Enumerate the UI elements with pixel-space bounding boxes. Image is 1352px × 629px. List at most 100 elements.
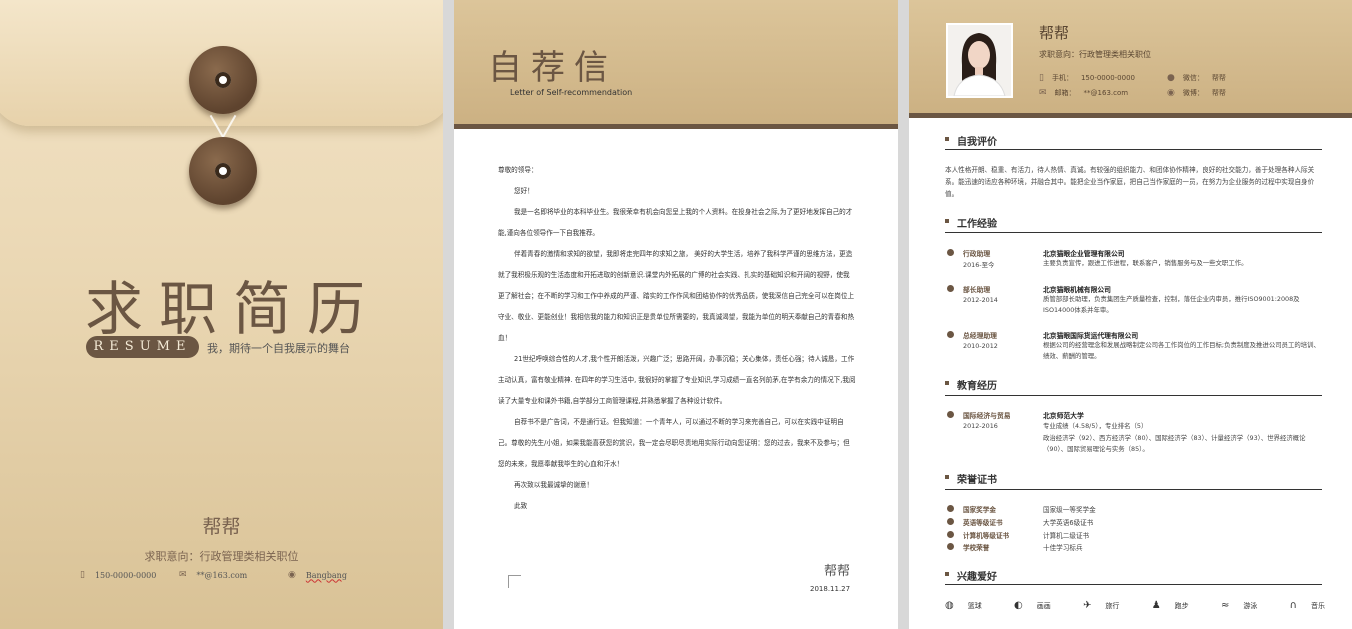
section-marker: [945, 219, 949, 223]
letter-body: 尊敬的领导： 您好！ 我是一名即将毕业的本科毕业生。我很荣幸有机会向您呈上我的个…: [498, 160, 856, 517]
edu-gpa: 专业成绩（4.58/5），专业排名（5）: [1043, 422, 1148, 430]
resume-page: 帮帮 求职意向：行政管理类相关职位 ▯ 手机： 150-0000-0000 ✉ …: [909, 0, 1352, 629]
letter-paragraph: 伴着青春的激情和求知的欲望，我即将走完四年的求知之旅， 美好的大学生活，培养了我…: [498, 250, 855, 342]
cover-phone: ▯ 150-0000-0000: [80, 570, 156, 580]
section-divider: [945, 489, 1322, 490]
edu-school: 北京师范大学: [1043, 412, 1084, 420]
swim-icon: ≈: [1220, 600, 1230, 611]
work-role: 部长助理: [963, 286, 991, 294]
hobby-item: ∩ 音乐: [1289, 600, 1325, 611]
wechat-icon: ●: [1167, 73, 1175, 83]
letter-hello: 您好！: [514, 187, 534, 195]
timeline-dot: [947, 285, 954, 292]
list-bullet: [947, 518, 954, 525]
work-org: 北京猫眼机械有限公司: [1043, 286, 1111, 294]
section-title-hobbies: 兴趣爱好: [957, 572, 997, 583]
work-desc: 根据公司的经营理念和发展战略制定公司各工作岗位的工作目标;负责制度及推进公司员工…: [1043, 341, 1320, 360]
phone-icon: ▯: [1039, 73, 1044, 83]
section-marker: [945, 572, 949, 576]
phone-text: 150-0000-0000: [94, 570, 157, 580]
email-text: **@163.com: [196, 570, 248, 580]
headphones-icon: ∩: [1289, 600, 1297, 611]
hobby-item: ♟ 跑步: [1151, 600, 1189, 611]
section-divider: [945, 395, 1322, 396]
plane-icon: ✈: [1083, 600, 1092, 611]
honor-name: 国家奖学金: [963, 506, 996, 514]
cover-title: 求职简历: [85, 275, 382, 343]
work-role: 行政助理: [963, 250, 991, 258]
cover-intent: 求职意向：行政管理类相关职位: [144, 550, 299, 563]
phone-row: ▯ 手机： 150-0000-0000: [1039, 73, 1135, 83]
section-divider: [945, 149, 1322, 150]
letter-greeting: 尊敬的领导：: [498, 166, 538, 174]
list-bullet: [947, 543, 954, 550]
work-role: 总经理助理: [963, 332, 997, 340]
work-date: 2010-2012: [963, 342, 998, 350]
honor-value: 计算机二级证书: [1043, 532, 1090, 540]
self-eval-text: 本人性格开朗、稳重、有活力，待人热情、真诚。有较强的组织能力、和团体协作精神，良…: [945, 166, 1315, 198]
list-bullet: [947, 505, 954, 512]
cover-name: 帮帮: [202, 516, 241, 538]
honor-name: 计算机等级证书: [963, 532, 1010, 540]
header-divider: [454, 124, 898, 129]
honor-name: 学校荣誉: [963, 544, 990, 552]
weibo-icon: ◉: [1167, 88, 1175, 98]
letter-paragraph: 再次致以我最诚挚的谢意！: [514, 481, 594, 489]
ball-icon: ◍: [945, 600, 954, 611]
section-marker: [945, 137, 949, 141]
edu-date: 2012-2016: [963, 422, 998, 430]
section-title-education: 教育经历: [957, 381, 997, 392]
work-org: 北京猫眼国际货运代理有限公司: [1043, 332, 1139, 340]
resume-intent: 求职意向：行政管理类相关职位: [1039, 50, 1151, 59]
letter-paragraph: 我是一名即将毕业的本科毕业生。我很荣幸有机会向您呈上我的个人资料。在投身社会之际…: [498, 208, 853, 237]
work-desc: 主要负责宣传，跟进工作进程，联系客户，销售服务与及一些文职工作。: [1043, 259, 1248, 267]
work-date: 2016-至今: [963, 261, 995, 269]
margin-corner-mark: [508, 575, 521, 588]
palette-icon: ◐: [1014, 600, 1023, 611]
envelope-button-bottom: [189, 137, 257, 205]
resume-name: 帮帮: [1039, 24, 1070, 42]
hobby-item: ◐ 画画: [1014, 600, 1051, 611]
weibo-icon: ◉: [288, 570, 296, 580]
letter-paragraph: 21世纪呼唤综合性的人才,我个性开朗活泼，兴趣广泛；思路开阔，办事沉稳；关心集体…: [498, 355, 856, 405]
timeline-dot: [947, 249, 954, 256]
work-date: 2012-2014: [963, 296, 998, 304]
hobby-item: ✈ 旅行: [1083, 600, 1120, 611]
cover-weibo: ◉ Bangbang: [288, 570, 347, 580]
letter-title: 自荐信: [488, 48, 617, 88]
cover-page: 求职简历 RESUME 我，期待一个自我展示的舞台 帮帮 求职意向：行政管理类相…: [0, 0, 443, 629]
letter-paragraph: 自荐书不是广告词，不是通行证。但我知道：一个青年人，可以通过不断的学习来完善自己…: [498, 418, 850, 468]
timeline-dot: [947, 411, 954, 418]
wechat-row: ● 微信： 帮帮: [1167, 73, 1226, 83]
section-marker: [945, 381, 949, 385]
letter-page: 自荐信 Letter of Self-recommendation 尊敬的领导：…: [454, 0, 898, 629]
section-divider: [945, 232, 1322, 233]
mail-icon: ✉: [179, 570, 187, 580]
weibo-text: Bangbang: [305, 570, 347, 580]
envelope-button-top: [189, 46, 257, 114]
section-title-self-eval: 自我评价: [957, 137, 997, 148]
section-marker: [945, 475, 949, 479]
section-title-work: 工作经验: [957, 219, 997, 230]
runner-icon: ♟: [1151, 600, 1161, 611]
work-org: 北京猫眼企业管理有限公司: [1043, 250, 1125, 258]
email-row: ✉ 邮箱： **@163.com: [1039, 88, 1129, 98]
cover-email: ✉ **@163.com: [179, 570, 247, 580]
honor-value: 国家级一等奖学金: [1043, 506, 1096, 514]
edu-courses: 政治经济学（92）、西方经济学（80）、国际经济学（83）、计量经济学（93）、…: [1043, 434, 1306, 453]
phone-icon: ▯: [80, 570, 85, 580]
hobby-list: ◍ 篮球 ◐ 画画 ✈ 旅行 ♟ 跑步 ≈ 游泳 ∩ 音乐: [945, 600, 1325, 611]
honor-value: 大学英语6级证书: [1043, 519, 1094, 527]
profile-photo: [946, 23, 1013, 98]
honor-value: 十佳学习标兵: [1043, 544, 1083, 552]
timeline-dot: [947, 331, 954, 338]
hobby-item: ◍ 篮球: [945, 600, 982, 611]
section-divider: [945, 584, 1322, 585]
work-desc: 质管部部长助理，负责集团生产质量检查，控制，落任企业内审员，推行ISO9001:…: [1043, 295, 1300, 314]
hobby-item: ≈ 游泳: [1220, 600, 1258, 611]
letter-date: 2018.11.27: [810, 585, 851, 593]
list-bullet: [947, 531, 954, 538]
letter-closing: 此致: [514, 502, 528, 510]
letter-subtitle: Letter of Self-recommendation: [510, 88, 633, 97]
header-divider: [909, 113, 1352, 118]
